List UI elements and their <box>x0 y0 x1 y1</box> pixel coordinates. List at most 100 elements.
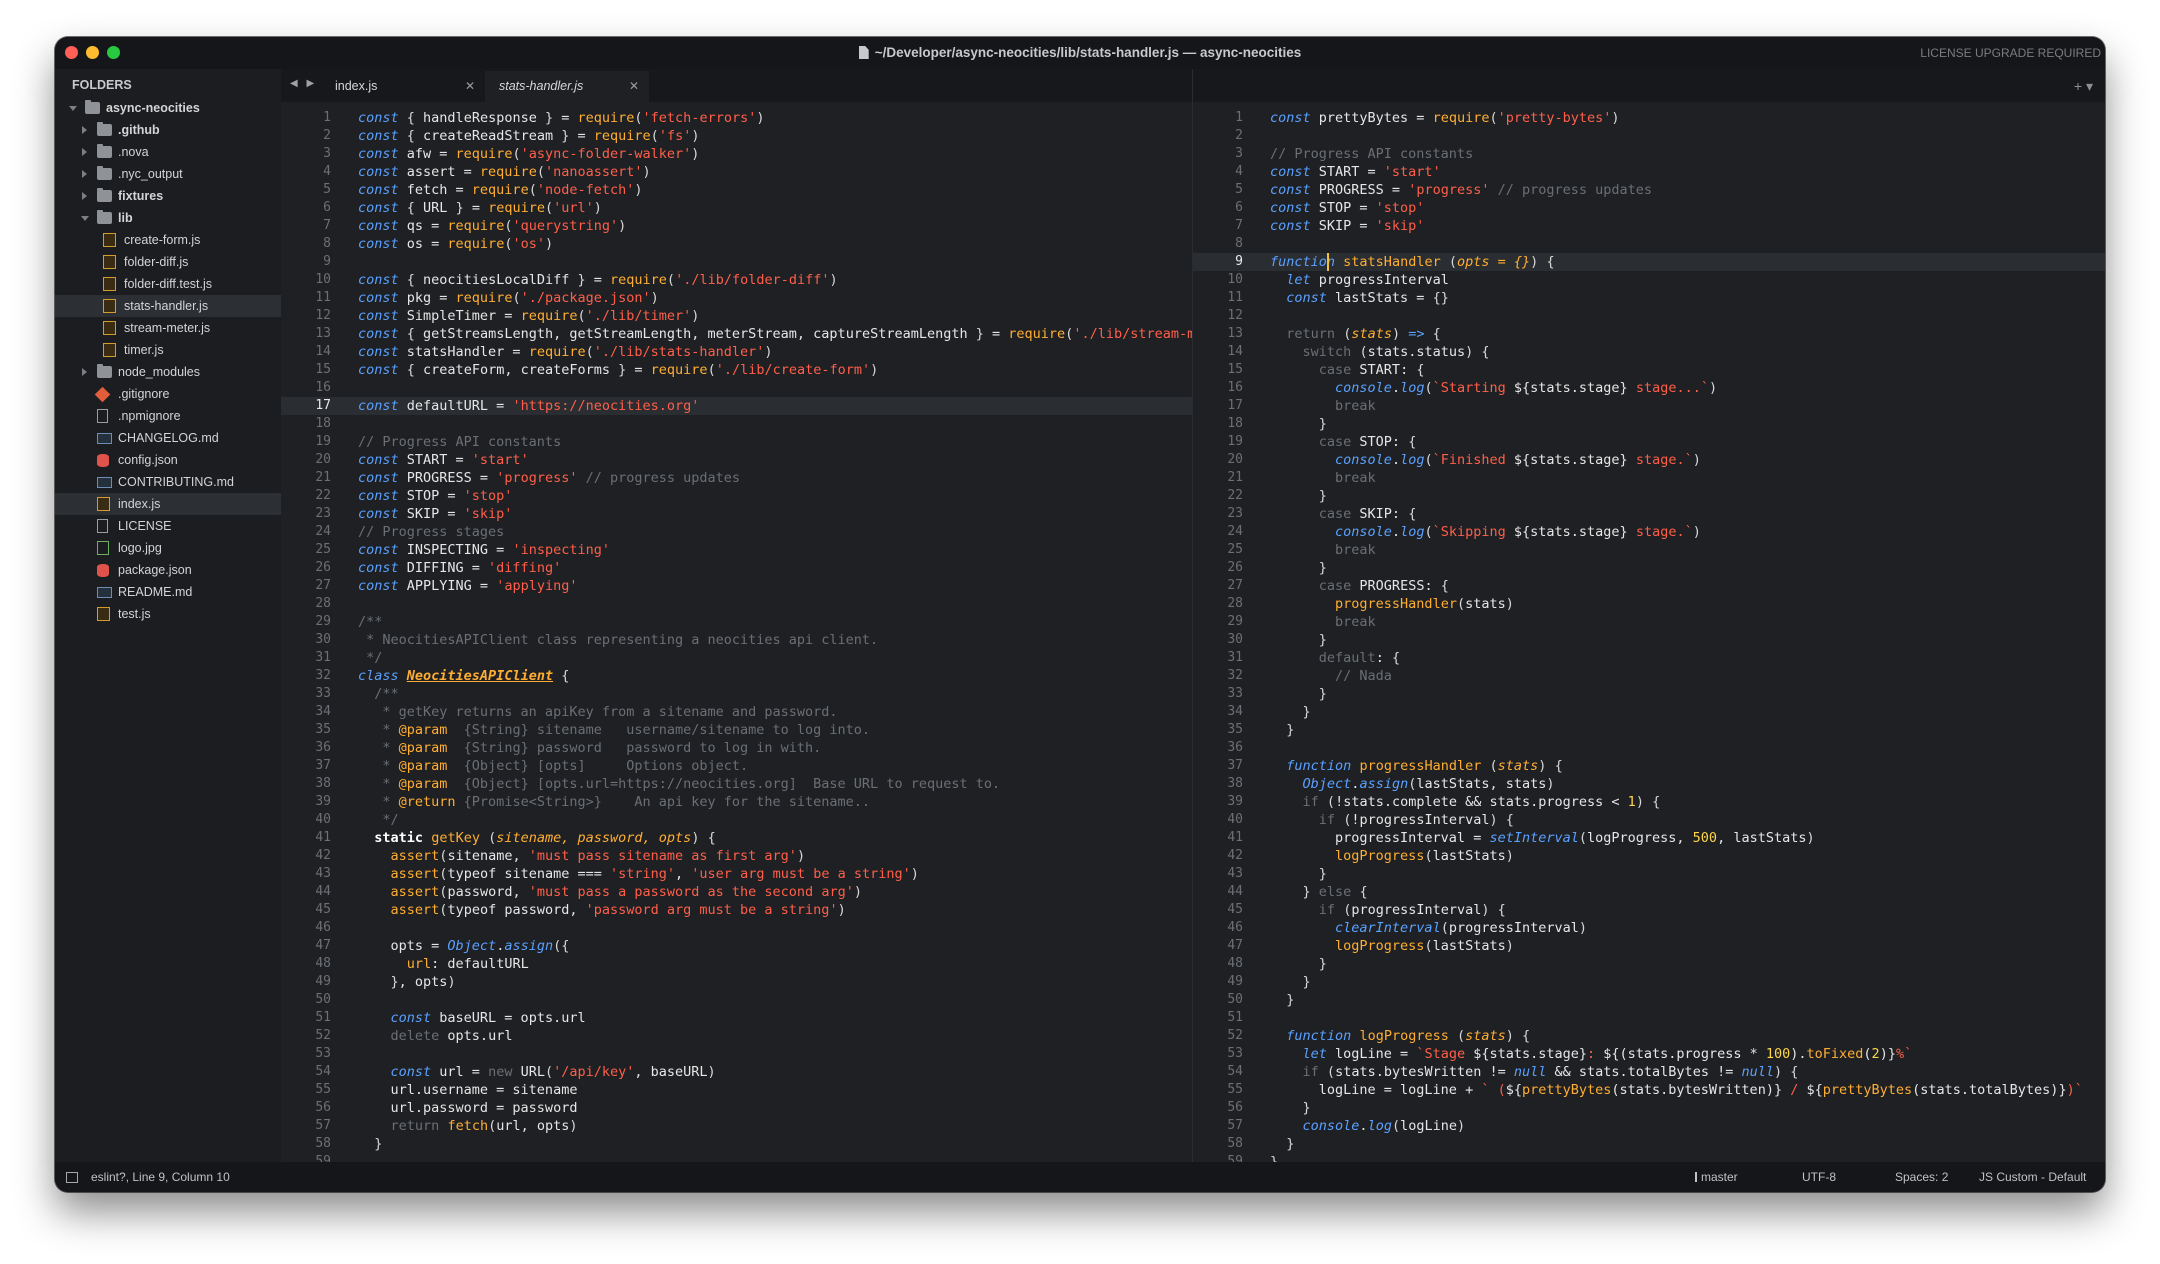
close-tab-icon[interactable]: ✕ <box>465 71 475 102</box>
editor-pane-right[interactable]: + ▾ 1 const prettyBytes = require('pretty… <box>1192 69 2105 1162</box>
line-number[interactable]: 54 <box>1193 1063 1243 1081</box>
code-line[interactable]: return fetch(url, opts) <box>358 1117 578 1135</box>
code-line[interactable]: } <box>1270 703 1311 721</box>
code-line[interactable]: case PROGRESS: { <box>1270 577 1449 595</box>
code-line[interactable]: const assert = require('nanoassert') <box>358 163 651 181</box>
code-line[interactable]: const START = 'start' <box>358 451 529 469</box>
disclosure-expanded-icon[interactable] <box>69 106 77 111</box>
code-line[interactable]: } <box>1270 991 1294 1009</box>
code-line[interactable]: console.log(`Finished ${stats.stage} sta… <box>1270 451 1701 469</box>
code-line[interactable]: switch (stats.status) { <box>1270 343 1490 361</box>
line-number[interactable]: 11 <box>1193 289 1243 307</box>
line-number[interactable]: 26 <box>1193 559 1243 577</box>
code-line[interactable]: assert(typeof sitename === 'string', 'us… <box>358 865 919 883</box>
line-number[interactable]: 42 <box>281 847 331 865</box>
code-line[interactable]: } <box>1270 973 1311 991</box>
sidebar-item-nyc-output[interactable]: .nyc_output <box>55 163 281 185</box>
line-number[interactable]: 16 <box>1193 379 1243 397</box>
line-number[interactable]: 21 <box>281 469 331 487</box>
code-line[interactable]: url.password = password <box>358 1099 578 1117</box>
line-number[interactable]: 6 <box>1193 199 1243 217</box>
code-line[interactable]: return (stats) => { <box>1270 325 1441 343</box>
code-line[interactable]: const { URL } = require('url') <box>358 199 602 217</box>
line-number[interactable]: 1 <box>1193 109 1243 127</box>
line-number[interactable]: 57 <box>1193 1117 1243 1135</box>
line-number[interactable]: 17 <box>1193 397 1243 415</box>
line-number[interactable]: 51 <box>1193 1009 1243 1027</box>
license-notice[interactable]: LICENSE UPGRADE REQUIRED <box>1920 37 2101 69</box>
line-number[interactable]: 36 <box>1193 739 1243 757</box>
line-number[interactable]: 40 <box>1193 811 1243 829</box>
code-line[interactable]: const { neocitiesLocalDiff } = require('… <box>358 271 838 289</box>
code-line[interactable]: const STOP = 'stop' <box>358 487 512 505</box>
code-line[interactable]: console.log(`Skipping ${stats.stage} sta… <box>1270 523 1701 541</box>
sidebar-item-github[interactable]: .github <box>55 119 281 141</box>
line-number[interactable]: 48 <box>281 955 331 973</box>
code-line[interactable]: const SKIP = 'skip' <box>358 505 512 523</box>
code-line[interactable]: * @param {String} password password to l… <box>358 739 821 757</box>
line-number[interactable]: 55 <box>1193 1081 1243 1099</box>
line-number[interactable]: 31 <box>1193 649 1243 667</box>
sidebar-item-stats-handler-js[interactable]: stats-handler.js <box>55 295 281 317</box>
code-line[interactable]: const SimpleTimer = require('./lib/timer… <box>358 307 699 325</box>
line-number[interactable]: 56 <box>281 1099 331 1117</box>
line-number[interactable]: 22 <box>281 487 331 505</box>
line-number[interactable]: 34 <box>1193 703 1243 721</box>
code-line[interactable]: console.log(logLine) <box>1270 1117 1466 1135</box>
code-line[interactable]: * getKey returns an apiKey from a sitena… <box>358 703 837 721</box>
line-number[interactable]: 37 <box>1193 757 1243 775</box>
line-number[interactable]: 44 <box>1193 883 1243 901</box>
code-line[interactable]: } <box>1270 685 1327 703</box>
line-number[interactable]: 22 <box>1193 487 1243 505</box>
line-number[interactable]: 12 <box>281 307 331 325</box>
line-number[interactable]: 13 <box>1193 325 1243 343</box>
panel-toggle-icon[interactable] <box>66 1172 78 1183</box>
sidebar-item-package-json[interactable]: package.json <box>55 559 281 581</box>
line-number[interactable]: 58 <box>1193 1135 1243 1153</box>
sidebar-item-contributing-md[interactable]: CONTRIBUTING.md <box>55 471 281 493</box>
line-number[interactable]: 24 <box>281 523 331 541</box>
code-line[interactable]: clearInterval(progressInterval) <box>1270 919 1587 937</box>
code-line[interactable]: } <box>1270 559 1327 577</box>
line-number[interactable]: 9 <box>1193 253 1243 271</box>
line-number[interactable]: 47 <box>281 937 331 955</box>
sidebar-item-gitignore[interactable]: .gitignore <box>55 383 281 405</box>
line-number[interactable]: 39 <box>1193 793 1243 811</box>
line-number[interactable]: 7 <box>281 217 331 235</box>
status-syntax[interactable]: JS Custom - Default <box>1979 1162 2086 1192</box>
code-line[interactable]: if (stats.bytesWritten != null && stats.… <box>1270 1063 1799 1081</box>
code-line[interactable]: const { handleResponse } = require('fetc… <box>358 109 764 127</box>
disclosure-expanded-icon[interactable] <box>81 216 89 221</box>
code-line[interactable]: if (progressInterval) { <box>1270 901 1506 919</box>
code-line[interactable]: break <box>1270 613 1376 631</box>
sidebar-item-create-form-js[interactable]: create-form.js <box>55 229 281 251</box>
code-line[interactable]: break <box>1270 397 1376 415</box>
line-number[interactable]: 25 <box>281 541 331 559</box>
line-number[interactable]: 29 <box>1193 613 1243 631</box>
code-line[interactable]: static getKey (sitename, password, opts)… <box>358 829 715 847</box>
line-number[interactable]: 52 <box>281 1027 331 1045</box>
line-number[interactable]: 15 <box>281 361 331 379</box>
line-number[interactable]: 41 <box>1193 829 1243 847</box>
line-number[interactable]: 30 <box>281 631 331 649</box>
disclosure-collapsed-icon[interactable] <box>82 192 87 200</box>
line-number[interactable]: 39 <box>281 793 331 811</box>
code-line[interactable]: function progressHandler (stats) { <box>1270 757 1562 775</box>
sidebar-item-folder-diff-js[interactable]: folder-diff.js <box>55 251 281 273</box>
line-number[interactable]: 48 <box>1193 955 1243 973</box>
code-line[interactable]: */ <box>358 811 398 829</box>
line-number[interactable]: 7 <box>1193 217 1243 235</box>
code-line[interactable]: break <box>1270 469 1376 487</box>
disclosure-collapsed-icon[interactable] <box>82 170 87 178</box>
code-line[interactable]: /** <box>358 613 382 631</box>
line-number[interactable]: 33 <box>1193 685 1243 703</box>
line-number[interactable]: 44 <box>281 883 331 901</box>
line-number[interactable]: 58 <box>281 1135 331 1153</box>
disclosure-collapsed-icon[interactable] <box>82 368 87 376</box>
code-line[interactable]: } <box>1270 415 1327 433</box>
code-line[interactable]: // Nada <box>1270 667 1392 685</box>
line-number[interactable]: 19 <box>281 433 331 451</box>
line-number[interactable]: 2 <box>281 127 331 145</box>
code-line[interactable]: } <box>1270 721 1294 739</box>
line-number[interactable]: 30 <box>1193 631 1243 649</box>
